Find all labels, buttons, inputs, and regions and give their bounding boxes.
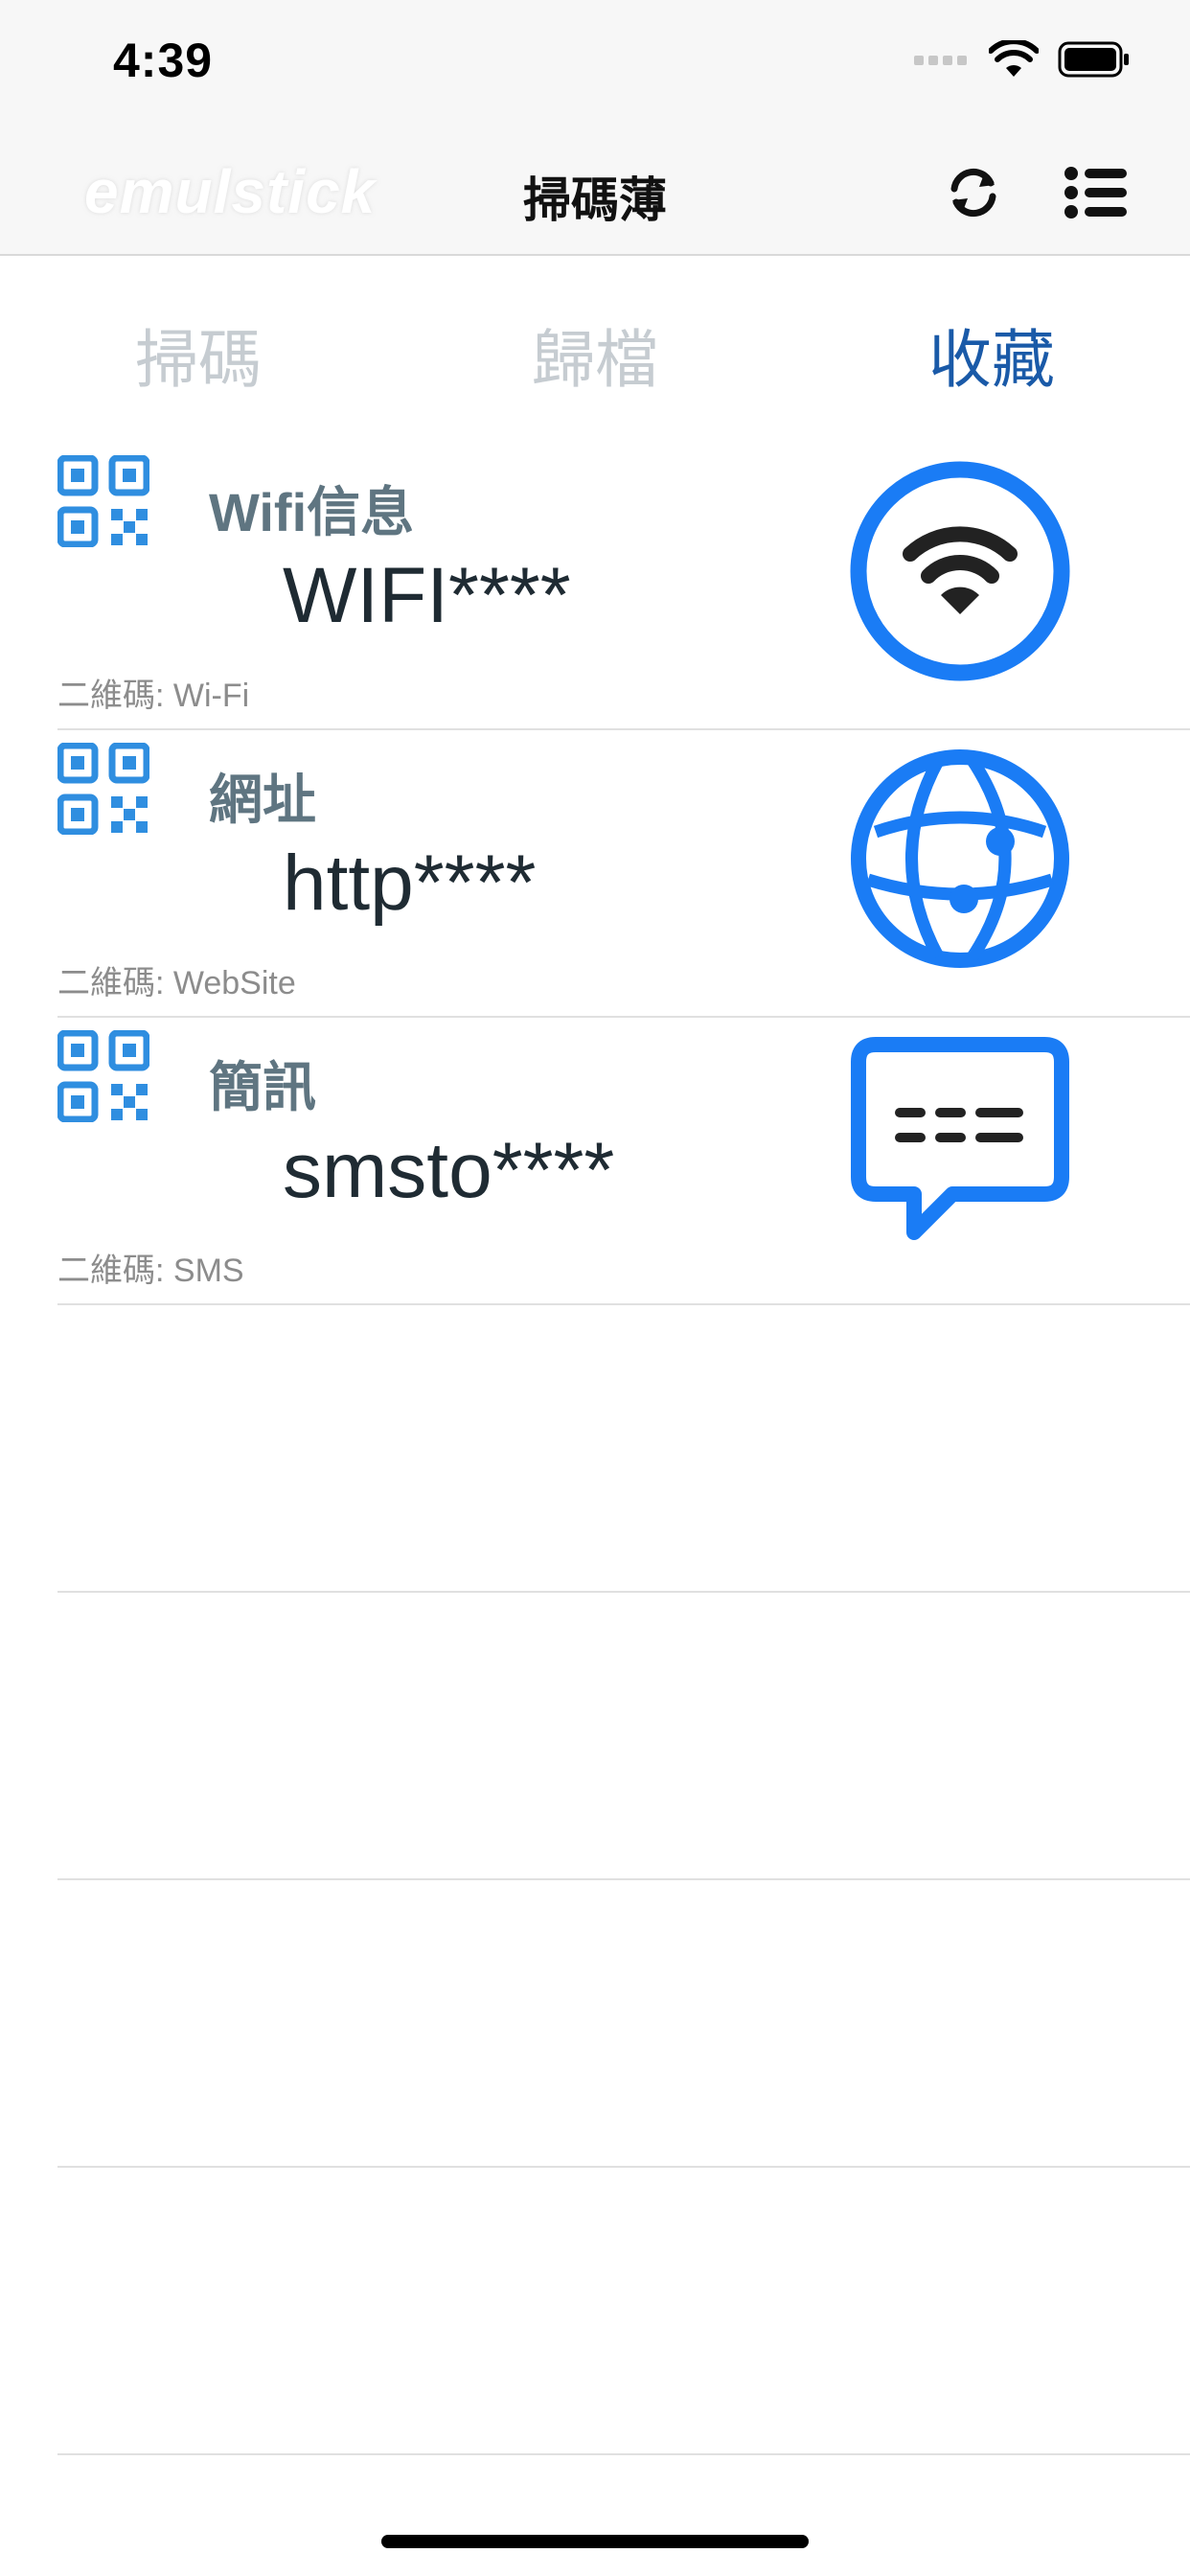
item-value: WIFI**** — [283, 552, 571, 639]
item-value: http**** — [283, 840, 537, 927]
item-type: 二維碼: WebSite — [57, 965, 296, 1001]
qr-code-icon — [57, 743, 149, 835]
message-icon — [851, 1037, 1069, 1240]
tab-favorites[interactable]: 收藏 — [793, 309, 1190, 401]
tab-scan[interactable]: 掃碼 — [0, 309, 397, 401]
item-title: 簡訊 — [209, 1057, 316, 1117]
cellular-signal-icon — [914, 56, 967, 65]
empty-list-row — [57, 2166, 1190, 2455]
status-indicators — [914, 40, 1131, 79]
item-title: Wifi信息 — [209, 482, 415, 542]
tab-archive[interactable]: 歸檔 — [397, 309, 793, 401]
list-item[interactable]: Wifi信息 WIFI**** 二維碼: Wi-Fi — [57, 441, 1190, 730]
wifi-status-icon — [989, 40, 1039, 77]
battery-icon — [1058, 41, 1129, 78]
item-value: smsto**** — [283, 1127, 615, 1214]
home-indicator[interactable] — [381, 2535, 809, 2548]
refresh-button[interactable] — [939, 158, 1008, 227]
page-title: 掃碼薄 — [523, 173, 667, 227]
list-item[interactable]: 簡訊 smsto**** 二維碼: SMS — [57, 1016, 1190, 1305]
globe-icon — [851, 749, 1069, 968]
list-item[interactable]: 網址 http**** 二維碼: WebSite — [57, 728, 1190, 1018]
refresh-icon — [950, 168, 996, 218]
wifi-icon — [850, 461, 1070, 681]
segment-tabs: 掃碼 歸檔 收藏 — [0, 256, 1190, 438]
status-time: 4:39 — [113, 34, 214, 87]
navigation-bar: emulstick 掃碼薄 — [0, 129, 1190, 256]
status-bar: 4:39 — [0, 0, 1190, 129]
item-type: 二維碼: SMS — [57, 1253, 244, 1289]
list-menu-icon — [1064, 167, 1127, 218]
empty-list-row — [57, 1591, 1190, 1880]
menu-button[interactable] — [1062, 158, 1131, 227]
empty-list-row — [57, 1303, 1190, 1593]
qr-code-icon — [57, 1030, 149, 1122]
item-title: 網址 — [209, 770, 316, 830]
empty-list-row — [57, 1878, 1190, 2168]
item-type: 二維碼: Wi-Fi — [57, 678, 250, 714]
qr-code-icon — [57, 455, 149, 547]
